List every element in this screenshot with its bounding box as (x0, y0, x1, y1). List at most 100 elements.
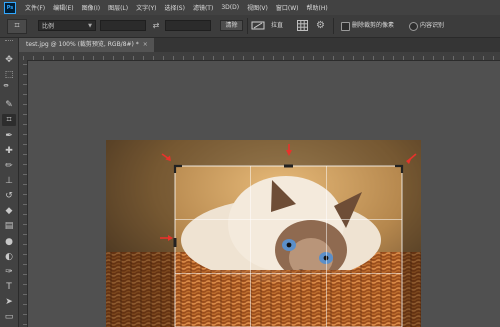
options-bar: ⌗ 比例 ▼ ⇄ 清除 拉直 ⚙ 删除裁剪的像素 内容识别 (0, 15, 500, 38)
ruler-tick (283, 56, 284, 60)
ruler-tick (23, 204, 27, 205)
photoshop-logo: Ps (4, 1, 16, 14)
move-tool-icon[interactable]: ✥ (2, 54, 16, 66)
ruler-tick (263, 56, 264, 60)
lasso-tool-icon[interactable]: ຶ (2, 84, 16, 96)
ruler-tick (23, 224, 27, 225)
ruler-tick (433, 56, 434, 60)
ruler-tick (23, 124, 27, 125)
menu-select[interactable]: 选择(S) (160, 3, 189, 12)
menu-file[interactable]: 文件(F) (21, 3, 49, 12)
content-aware-radio[interactable] (409, 22, 418, 31)
ruler-tick (393, 56, 394, 60)
gradient-tool-icon[interactable]: ▤ (2, 220, 16, 232)
panel-grip[interactable] (5, 40, 13, 43)
ruler-tick (23, 214, 27, 215)
ruler-tick (453, 56, 454, 60)
eyedropper-tool-icon[interactable]: ✒ (2, 130, 16, 142)
ruler-tick (193, 56, 194, 60)
menu-help[interactable]: 帮助(H) (303, 3, 332, 12)
ruler-tick (183, 56, 184, 60)
ruler-tick (233, 56, 234, 60)
quick-select-tool-icon[interactable]: ✎ (2, 99, 16, 111)
clone-stamp-tool-icon[interactable]: ⊥ (2, 175, 16, 187)
ruler-tick (73, 56, 74, 60)
ruler-tick (23, 184, 27, 185)
straighten-icon[interactable] (251, 19, 265, 32)
ruler-tick (23, 254, 27, 255)
width-field[interactable] (100, 20, 146, 31)
menu-filter[interactable]: 滤镜(T) (189, 3, 217, 12)
height-field[interactable] (165, 20, 211, 31)
document-canvas[interactable] (106, 140, 421, 327)
divider (247, 18, 248, 34)
ruler-tick (23, 284, 27, 285)
crop-handle-left[interactable] (173, 238, 177, 247)
ruler-tick (313, 56, 314, 60)
type-tool-icon[interactable]: T (2, 281, 16, 293)
ruler-tick (173, 56, 174, 60)
ruler-tick (423, 56, 424, 60)
dodge-tool-icon[interactable]: ◐ (2, 251, 16, 263)
ruler-tick (443, 56, 444, 60)
ruler-tick (373, 56, 374, 60)
healing-brush-tool-icon[interactable]: ✚ (2, 145, 16, 157)
eraser-tool-icon[interactable]: ◆ (2, 205, 16, 217)
ruler-tick (23, 244, 27, 245)
ruler-tick (343, 56, 344, 60)
ruler-tick (23, 264, 27, 265)
close-icon[interactable]: × (143, 41, 148, 48)
menu-view[interactable]: 视图(V) (243, 3, 272, 12)
grid-overlay-icon[interactable] (297, 20, 308, 31)
ruler-tick (23, 64, 27, 65)
menu-3d[interactable]: 3D(D) (217, 4, 243, 11)
delete-cropped-pixels-checkbox[interactable] (341, 22, 350, 31)
horizontal-ruler (19, 52, 500, 61)
ruler-tick (83, 56, 84, 60)
blur-tool-icon[interactable]: ● (2, 236, 16, 248)
ruler-tick (23, 314, 27, 315)
gear-icon[interactable]: ⚙ (316, 19, 325, 32)
swap-icon[interactable]: ⇄ (151, 20, 161, 31)
ruler-tick (33, 56, 34, 60)
ruler-tick (143, 56, 144, 60)
ruler-tick (23, 274, 27, 275)
ruler-tick (103, 56, 104, 60)
menu-image[interactable]: 图像(I) (78, 3, 104, 12)
path-select-tool-icon[interactable]: ➤ (2, 296, 16, 308)
crop-tool-preset-button[interactable]: ⌗ (7, 19, 27, 34)
history-brush-tool-icon[interactable]: ↺ (2, 190, 16, 202)
clear-button[interactable]: 清除 (220, 20, 243, 31)
crop-handle-top[interactable] (284, 164, 293, 168)
document-tab[interactable]: test.jpg @ 100% (裁剪预览, RGB/8#) * × (19, 38, 154, 52)
ruler-tick (23, 154, 27, 155)
ratio-select[interactable]: 比例 ▼ (38, 20, 96, 31)
ruler-tick (163, 56, 164, 60)
delete-cropped-pixels-label: 删除裁剪的像素 (352, 22, 395, 29)
document-tab-bar: test.jpg @ 100% (裁剪预览, RGB/8#) * × (19, 38, 500, 52)
menu-layer[interactable]: 图层(L) (104, 3, 132, 12)
ruler-tick (43, 56, 44, 60)
ruler-tick (113, 56, 114, 60)
ruler-tick (23, 324, 27, 325)
marquee-tool-icon[interactable]: ⬚ (2, 69, 16, 81)
ratio-value: 比例 (42, 23, 55, 30)
ruler-tick (23, 104, 27, 105)
crop-tool-icon[interactable]: ⌗ (2, 114, 16, 126)
ruler-tick (273, 56, 274, 60)
menu-edit[interactable]: 编辑(E) (49, 3, 77, 12)
ruler-tick (133, 56, 134, 60)
menu-type[interactable]: 文字(Y) (132, 3, 160, 12)
straighten-label[interactable]: 拉直 (271, 20, 283, 31)
menu-window[interactable]: 窗口(W) (272, 3, 303, 12)
ruler-tick (223, 56, 224, 60)
pen-tool-icon[interactable]: ✑ (2, 266, 16, 278)
brush-tool-icon[interactable]: ✏ (2, 160, 16, 172)
ruler-tick (403, 56, 404, 60)
ruler-tick (413, 56, 414, 60)
ruler-tick (23, 84, 27, 85)
divider (333, 18, 334, 34)
rectangle-tool-icon[interactable]: ▭ (2, 311, 16, 323)
ruler-tick (483, 56, 484, 60)
tools-panel: ✥ ⬚ ຶ ✎ ⌗ ✒ ✚ ✏ ⊥ ↺ ◆ ▤ ● ◐ ✑ T ➤ ▭ (0, 38, 19, 327)
